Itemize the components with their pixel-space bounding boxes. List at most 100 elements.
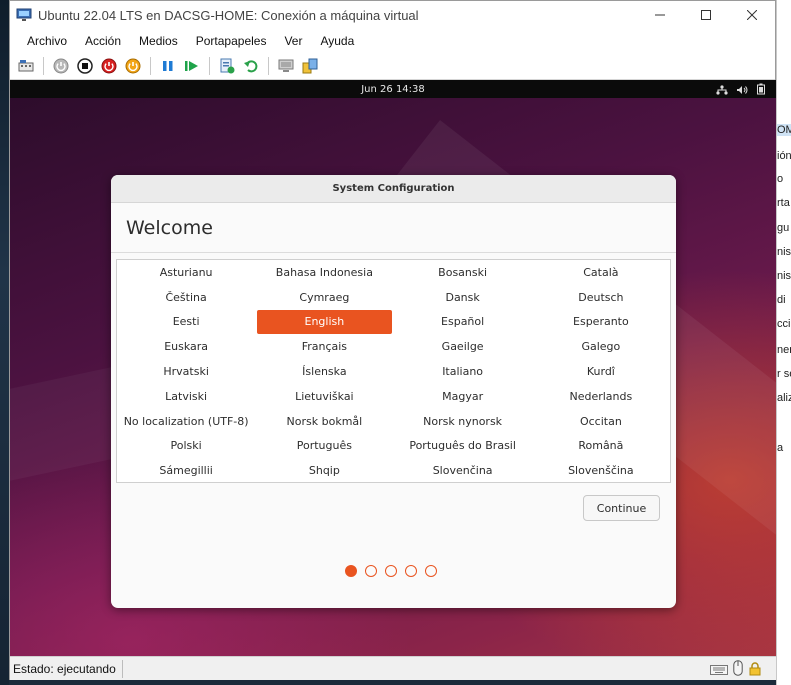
ctrl-alt-del-icon[interactable] bbox=[16, 56, 36, 76]
page-dot bbox=[405, 565, 417, 577]
language-option[interactable]: Íslenska bbox=[257, 359, 391, 384]
network-icon bbox=[716, 80, 728, 99]
start-icon[interactable] bbox=[51, 56, 71, 76]
language-option[interactable]: Cymraeg bbox=[257, 285, 391, 310]
language-option[interactable]: Sámegillii bbox=[119, 458, 253, 483]
resume-icon[interactable] bbox=[182, 56, 202, 76]
language-option[interactable]: Esperanto bbox=[534, 310, 668, 335]
page-indicator bbox=[345, 565, 437, 577]
page-dot bbox=[385, 565, 397, 577]
ubuntu-top-bar: Jun 26 14:38 bbox=[10, 80, 776, 98]
language-option[interactable]: Latviski bbox=[119, 384, 253, 409]
shutdown-icon[interactable] bbox=[99, 56, 119, 76]
share-icon[interactable] bbox=[300, 56, 320, 76]
language-option[interactable]: Eesti bbox=[119, 310, 253, 335]
language-option[interactable]: Bosanski bbox=[396, 260, 530, 285]
language-option[interactable]: Lietuviškai bbox=[257, 384, 391, 409]
language-option[interactable]: Español bbox=[396, 310, 530, 335]
language-option[interactable]: Occitan bbox=[534, 409, 668, 434]
language-option[interactable]: Português bbox=[257, 434, 391, 459]
background-text: nis bbox=[777, 246, 791, 258]
language-option[interactable]: Nederlands bbox=[534, 384, 668, 409]
language-option[interactable]: Euskara bbox=[119, 334, 253, 359]
toolbar-divider bbox=[150, 57, 151, 75]
system-tray[interactable] bbox=[716, 80, 766, 98]
language-option[interactable]: Polski bbox=[119, 434, 253, 459]
menu-accion[interactable]: Acción bbox=[76, 30, 130, 52]
guest-screen[interactable]: Jun 26 14:38 System Configuration Welcom… bbox=[10, 80, 776, 656]
language-option[interactable]: Norsk bokmål bbox=[257, 409, 391, 434]
language-option[interactable]: Português do Brasil bbox=[396, 434, 530, 459]
background-text: ner bbox=[777, 344, 791, 356]
pause-icon[interactable] bbox=[158, 56, 178, 76]
background-text: a bbox=[777, 442, 784, 454]
menu-medios[interactable]: Medios bbox=[130, 30, 187, 52]
language-option[interactable]: Magyar bbox=[396, 384, 530, 409]
menu-ver[interactable]: Ver bbox=[275, 30, 311, 52]
language-option[interactable]: Dansk bbox=[396, 285, 530, 310]
language-list: Asturianu Bahasa Indonesia Bosanski Cata… bbox=[116, 259, 671, 483]
menu-archivo[interactable]: Archivo bbox=[18, 30, 76, 52]
menu-ayuda[interactable]: Ayuda bbox=[311, 30, 363, 52]
continue-button[interactable]: Continue bbox=[583, 495, 660, 521]
language-option[interactable]: Deutsch bbox=[534, 285, 668, 310]
background-text: aliz bbox=[777, 392, 791, 404]
language-option[interactable]: Català bbox=[534, 260, 668, 285]
background-text: nis bbox=[777, 270, 791, 282]
battery-icon bbox=[756, 80, 766, 99]
desktop-background-left bbox=[0, 0, 9, 685]
background-text: rta bbox=[777, 197, 790, 209]
clock[interactable]: Jun 26 14:38 bbox=[361, 84, 425, 95]
status-bar: Estado: ejecutando bbox=[10, 656, 776, 680]
menu-portapapeles[interactable]: Portapapeles bbox=[187, 30, 276, 52]
language-option[interactable]: Norsk nynorsk bbox=[396, 409, 530, 434]
language-option[interactable]: Bahasa Indonesia bbox=[257, 260, 391, 285]
toolbar-divider bbox=[268, 57, 269, 75]
system-configuration-dialog: System Configuration Welcome Asturianu B… bbox=[111, 175, 676, 608]
background-text: di bbox=[777, 294, 786, 306]
language-option[interactable]: Čeština bbox=[119, 285, 253, 310]
language-option[interactable]: Asturianu bbox=[119, 260, 253, 285]
title-bar[interactable]: Ubuntu 22.04 LTS en DACSG-HOME: Conexión… bbox=[10, 1, 775, 29]
background-text: ión bbox=[777, 150, 791, 162]
language-option[interactable]: No localization (UTF-8) bbox=[119, 409, 253, 434]
window-controls bbox=[637, 1, 775, 29]
background-text: gu bbox=[777, 222, 790, 234]
background-text: cci bbox=[777, 318, 791, 330]
toolbar bbox=[10, 53, 775, 80]
page-title: Welcome bbox=[126, 217, 213, 239]
revert-icon[interactable] bbox=[241, 56, 261, 76]
save-icon[interactable] bbox=[123, 56, 143, 76]
language-option[interactable]: Gaeilge bbox=[396, 334, 530, 359]
language-option[interactable]: Français bbox=[257, 334, 391, 359]
dialog-header[interactable]: System Configuration bbox=[111, 175, 676, 203]
checkpoint-icon[interactable] bbox=[217, 56, 237, 76]
language-option[interactable]: Kurdî bbox=[534, 359, 668, 384]
page-dot bbox=[365, 565, 377, 577]
enhanced-session-icon[interactable] bbox=[276, 56, 296, 76]
hyperv-vm-icon bbox=[16, 8, 32, 22]
status-text: Estado: ejecutando bbox=[10, 659, 123, 678]
maximize-icon[interactable] bbox=[683, 1, 729, 29]
language-option[interactable]: Slovenščina bbox=[534, 458, 668, 483]
language-option[interactable]: Shqip bbox=[257, 458, 391, 483]
background-text: OM bbox=[777, 124, 791, 136]
language-option-selected[interactable]: English bbox=[257, 309, 392, 335]
vm-connection-window: Ubuntu 22.04 LTS en DACSG-HOME: Conexión… bbox=[9, 0, 776, 680]
background-text: r se bbox=[777, 368, 791, 380]
lock-icon bbox=[748, 661, 762, 680]
menu-bar: Archivo Acción Medios Portapapeles Ver A… bbox=[10, 29, 775, 53]
keyboard-icon bbox=[710, 661, 728, 680]
background-window-fragment: OM ión o rta gu nis nis di cci ner r se … bbox=[776, 0, 791, 685]
language-option[interactable]: Italiano bbox=[396, 359, 530, 384]
minimize-icon[interactable] bbox=[637, 1, 683, 29]
language-option[interactable]: Română bbox=[534, 434, 668, 459]
toolbar-divider bbox=[209, 57, 210, 75]
language-option[interactable]: Hrvatski bbox=[119, 359, 253, 384]
language-option[interactable]: Galego bbox=[534, 334, 668, 359]
turn-off-icon[interactable] bbox=[75, 56, 95, 76]
language-option[interactable]: Slovenčina bbox=[396, 458, 530, 483]
dialog-title: System Configuration bbox=[332, 183, 455, 194]
status-icons bbox=[710, 660, 762, 680]
close-icon[interactable] bbox=[729, 1, 775, 29]
